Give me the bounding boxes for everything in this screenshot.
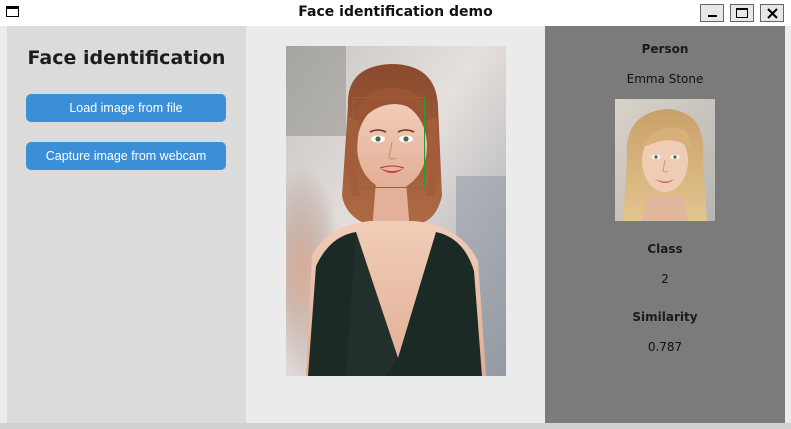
class-value: 2 — [661, 272, 669, 286]
results-panel: Person Emma Stone Class 2 Similarity 0.7… — [545, 26, 785, 423]
close-button[interactable] — [760, 4, 784, 22]
minimize-button[interactable] — [700, 4, 724, 22]
window-border-left — [0, 26, 7, 429]
portrait-photo-icon — [286, 46, 506, 376]
title-bar[interactable]: Face identification demo — [0, 0, 791, 26]
control-panel: Face identification Load image from file… — [7, 26, 246, 423]
app-heading: Face identification — [27, 47, 226, 69]
window-border-bottom — [0, 423, 791, 429]
image-panel — [246, 26, 545, 423]
capture-webcam-button[interactable]: Capture image from webcam — [26, 142, 226, 170]
person-value: Emma Stone — [626, 72, 704, 86]
matched-person-thumbnail — [615, 99, 715, 221]
window-border-right — [785, 26, 791, 429]
similarity-label: Similarity — [632, 310, 698, 324]
reference-portrait-icon — [615, 99, 715, 221]
person-label: Person — [641, 42, 689, 56]
app-window: Face identification demo Face identifica… — [0, 0, 791, 429]
face-detection-box — [353, 97, 425, 188]
input-photo — [286, 46, 506, 376]
close-icon — [767, 8, 778, 19]
maximize-button[interactable] — [730, 4, 754, 22]
window-title: Face identification demo — [298, 4, 493, 20]
similarity-value: 0.787 — [647, 340, 683, 354]
load-image-button[interactable]: Load image from file — [26, 94, 226, 122]
class-label: Class — [647, 242, 683, 256]
